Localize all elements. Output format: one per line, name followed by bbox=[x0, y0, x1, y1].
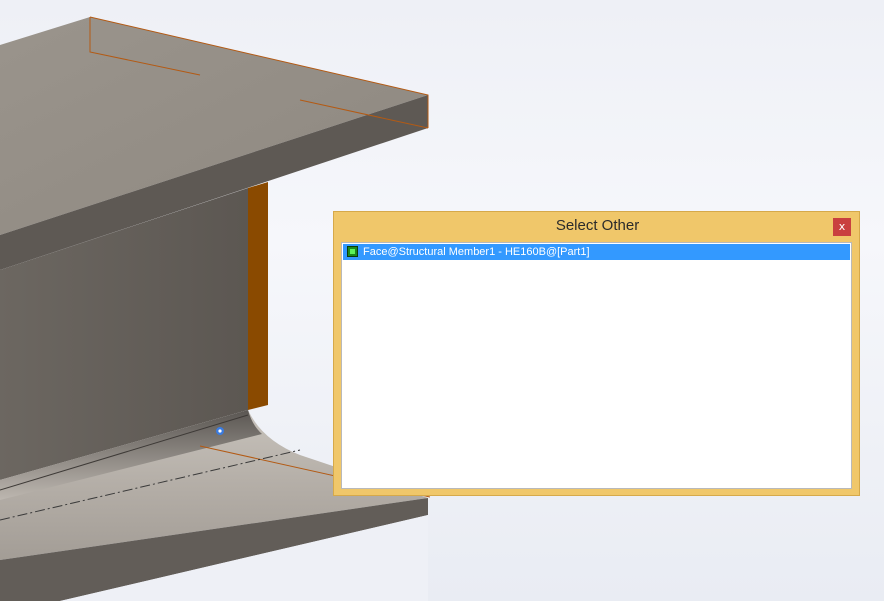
face-icon bbox=[347, 246, 358, 257]
selection-list[interactable]: Face@Structural Member1 - HE160B@[Part1] bbox=[341, 242, 852, 489]
cursor-marker-icon bbox=[216, 427, 224, 435]
web-end-face-highlighted[interactable] bbox=[248, 182, 268, 410]
list-item-label: Face@Structural Member1 - HE160B@[Part1] bbox=[363, 246, 590, 258]
close-button[interactable]: x bbox=[833, 218, 851, 236]
select-other-dialog[interactable]: Select Other x Face@Structural Member1 -… bbox=[333, 211, 860, 496]
graphics-viewport[interactable]: Select Other x Face@Structural Member1 -… bbox=[0, 0, 884, 601]
list-item[interactable]: Face@Structural Member1 - HE160B@[Part1] bbox=[343, 244, 850, 260]
dialog-title: Select Other bbox=[555, 217, 640, 234]
